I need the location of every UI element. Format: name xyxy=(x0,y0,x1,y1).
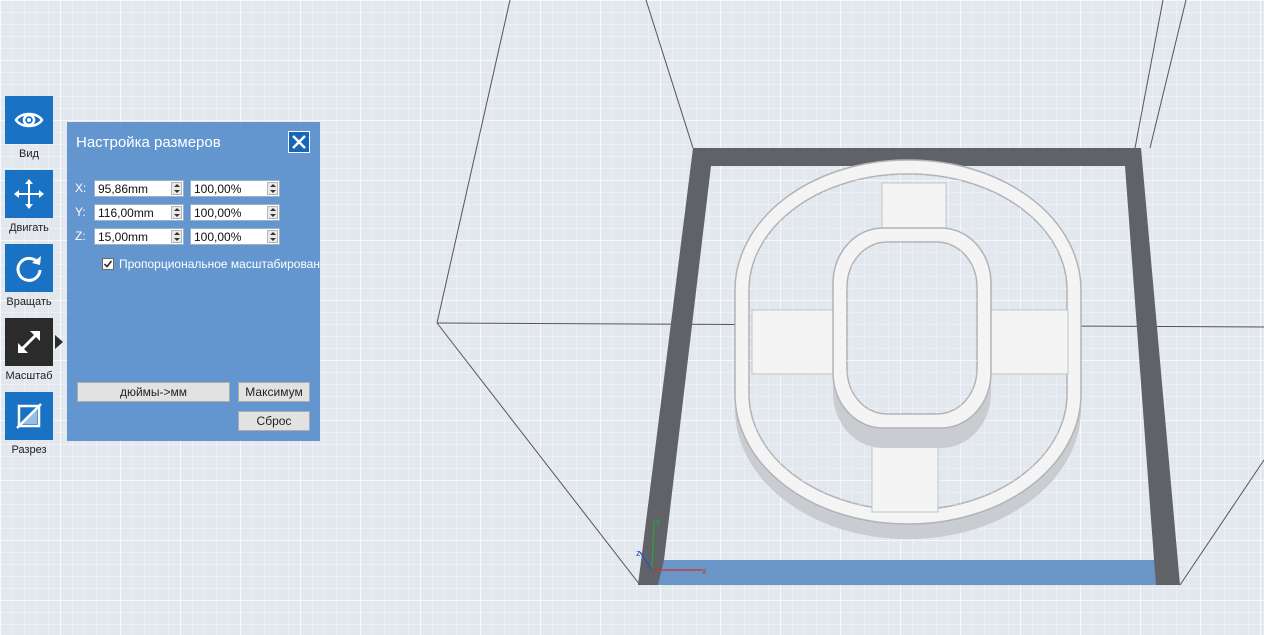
size-x-spinbox[interactable] xyxy=(94,180,184,197)
rotate-icon xyxy=(16,256,42,282)
tool-move[interactable]: Двигать xyxy=(5,170,53,234)
close-button[interactable] xyxy=(288,131,310,153)
percent-x-spinbox[interactable] xyxy=(190,180,280,197)
view-button[interactable] xyxy=(5,96,53,144)
axis-label-z: Z: xyxy=(75,229,86,243)
percent-y-spin-arrows[interactable] xyxy=(267,206,278,219)
rotate-button[interactable] xyxy=(5,244,53,292)
scale-diagonal-arrow-icon xyxy=(18,331,40,353)
tool-cut[interactable]: Разрез xyxy=(5,392,53,456)
size-y-spin-arrows[interactable] xyxy=(171,206,182,219)
model-inner-ring xyxy=(832,227,992,448)
axis-x-label: x xyxy=(702,566,707,576)
inch-to-mm-button[interactable]: дюймы->мм xyxy=(77,382,230,402)
active-tool-pointer xyxy=(55,335,63,349)
size-y-spinbox[interactable] xyxy=(94,204,184,221)
proportional-label: Пропорциональное масштабирование xyxy=(119,257,320,271)
checkmark-icon xyxy=(103,260,113,268)
eye-icon xyxy=(14,112,44,128)
tool-scale-label: Масштаб xyxy=(5,370,53,382)
move-button[interactable] xyxy=(5,170,53,218)
percent-x-spin-arrows[interactable] xyxy=(267,182,278,195)
size-x-spin-arrows[interactable] xyxy=(171,182,182,195)
size-y-input[interactable] xyxy=(95,205,172,220)
proportional-scaling-option[interactable]: Пропорциональное масштабирование xyxy=(102,257,320,273)
close-icon xyxy=(292,135,306,149)
tool-view-label: Вид xyxy=(19,148,39,160)
axis-label-y: Y: xyxy=(75,205,86,219)
cut-button[interactable] xyxy=(5,392,53,440)
tool-scale[interactable]: Масштаб xyxy=(5,318,63,382)
size-x-input[interactable] xyxy=(95,181,172,196)
axis-y-label: y xyxy=(656,516,661,526)
axis-label-x: X: xyxy=(75,181,87,195)
tool-rotate-label: Вращать xyxy=(6,296,52,308)
percent-z-spin-arrows[interactable] xyxy=(267,230,278,243)
tool-move-label: Двигать xyxy=(9,222,49,234)
maximum-button[interactable]: Максимум xyxy=(238,382,310,402)
reset-button[interactable]: Сброс xyxy=(238,411,310,431)
panel-title: Настройка размеров xyxy=(76,134,221,151)
size-z-spinbox[interactable] xyxy=(94,228,184,245)
percent-y-input[interactable] xyxy=(191,205,268,220)
axis-z-label: z xyxy=(636,548,641,558)
cut-section-icon xyxy=(16,403,42,429)
selection-footprint xyxy=(658,560,1156,585)
scale-button[interactable] xyxy=(5,318,53,366)
tool-cut-label: Разрез xyxy=(11,444,47,456)
percent-z-spinbox[interactable] xyxy=(190,228,280,245)
percent-x-input[interactable] xyxy=(191,181,268,196)
move-arrows-icon xyxy=(14,179,44,209)
tool-view[interactable]: Вид xyxy=(5,96,53,160)
scale-settings-panel: Настройка размеров X: Y: Z: xyxy=(67,122,320,441)
percent-y-spinbox[interactable] xyxy=(190,204,280,221)
size-z-spin-arrows[interactable] xyxy=(171,230,182,243)
percent-z-input[interactable] xyxy=(191,229,268,244)
proportional-checkbox[interactable] xyxy=(102,258,114,270)
tool-rotate[interactable]: Вращать xyxy=(5,244,53,308)
size-z-input[interactable] xyxy=(95,229,172,244)
